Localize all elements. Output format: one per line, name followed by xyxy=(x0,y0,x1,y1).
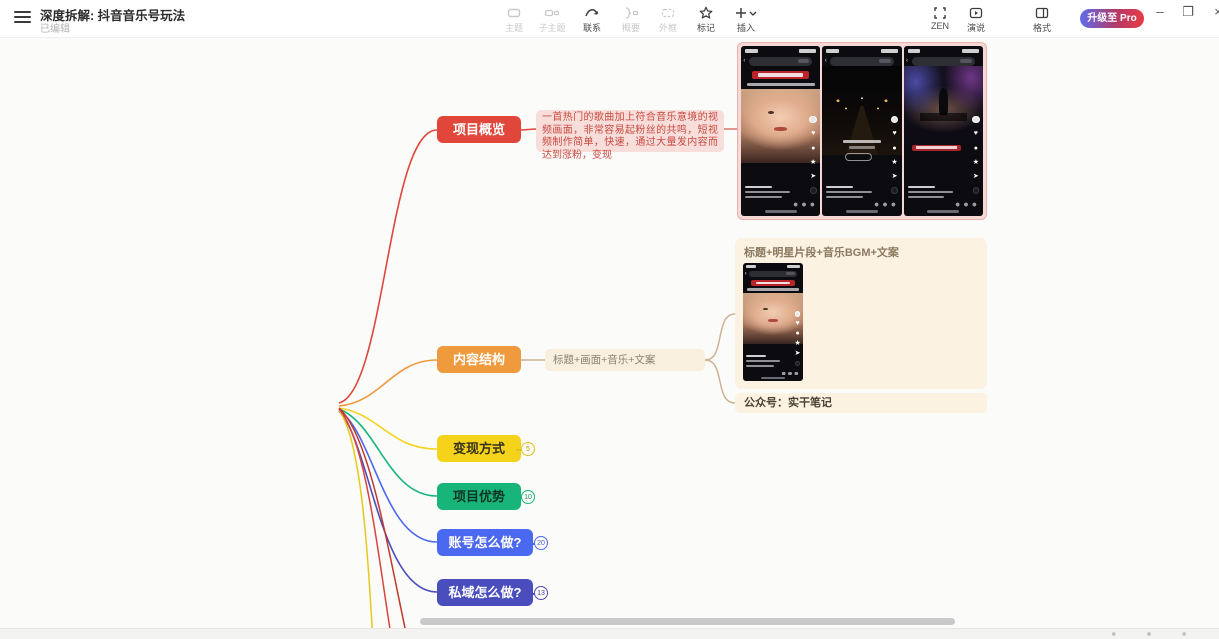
relationship-icon xyxy=(573,4,611,21)
share-icon: ➤ xyxy=(810,173,816,180)
bottom-status-bar xyxy=(0,628,1219,639)
wechat-account-note[interactable]: 公众号：实干笔记 xyxy=(735,393,987,413)
plus-insert-icon xyxy=(727,4,765,21)
overview-note[interactable]: 一首热门的歌曲加上符合音乐意境的视频画面，非常容易起粉丝的共鸣，短视频制作简单，… xyxy=(536,110,724,152)
toolbar-relationship-button[interactable]: 联系 xyxy=(573,4,611,34)
structure-note[interactable]: 标题+画面+音乐+文案 xyxy=(545,349,705,371)
topic-icon xyxy=(495,4,533,21)
top-toolbar: 深度拆解: 抖音音乐号玩法 已编辑 主题 子主题 联系 概要 外框 标记 插入 xyxy=(0,0,1219,38)
structure-detail-text: 标题+明星片段+音乐BGM+文案 xyxy=(744,244,899,260)
music-disc-icon xyxy=(810,187,817,194)
zen-mode-icon xyxy=(921,4,959,21)
toolbar-format-button[interactable]: 格式 xyxy=(1023,4,1061,34)
toolbar-summary-button[interactable]: 概要 xyxy=(612,4,650,34)
zoom-controls-faint xyxy=(1109,632,1189,636)
upgrade-pro-button[interactable]: 升级至 Pro xyxy=(1080,9,1144,28)
toolbar-marker-button[interactable]: 标记 xyxy=(687,4,725,34)
topic-structure[interactable]: 内容结构 xyxy=(437,346,521,373)
action-rail-icons: ♥● ★➤ xyxy=(890,116,900,194)
horizontal-scrollbar[interactable] xyxy=(420,618,955,625)
topic-overview[interactable]: 项目概览 xyxy=(437,116,521,143)
toolbar-insert-button[interactable]: 插入 xyxy=(727,4,765,34)
video-screenshot-mini: ‹ ♥● ★➤ xyxy=(743,263,803,381)
video-screenshot-2: ‹ ♥● ★➤ xyxy=(822,46,901,216)
toolbar-subtopic-button[interactable]: 子主题 xyxy=(533,4,571,34)
toolbar-present-button[interactable]: 演说 xyxy=(957,4,995,34)
action-rail-icons: ♥ ● ★ ➤ xyxy=(808,116,818,194)
video-screenshot-gallery[interactable]: ‹ ♥ ●★ ➤ ‹ ♥● ★➤ ‹ xyxy=(737,42,987,220)
collapse-badge-advantage[interactable]: 10 xyxy=(521,490,535,504)
favorite-icon: ★ xyxy=(810,159,816,166)
structure-detail-box[interactable]: 标题+明星片段+音乐BGM+文案 ‹ ♥● ★➤ xyxy=(735,238,987,389)
topic-private[interactable]: 私域怎么做? xyxy=(437,579,533,606)
boundary-icon xyxy=(649,4,687,21)
toolbar-topic-button[interactable]: 主题 xyxy=(495,4,533,34)
action-rail-icons: ♥● ★➤ xyxy=(971,116,981,194)
window-minimize-button[interactable]: – xyxy=(1150,4,1170,19)
search-bar-icon xyxy=(749,57,812,66)
topic-advantage[interactable]: 项目优势 xyxy=(437,483,521,510)
format-panel-icon xyxy=(1023,4,1061,21)
window-restore-button[interactable]: ❐ xyxy=(1178,4,1198,20)
action-rail-icons: ♥● ★➤ xyxy=(794,311,801,365)
video-screenshot-1: ‹ ♥ ●★ ➤ xyxy=(741,46,820,216)
play-presentation-icon xyxy=(957,4,995,21)
collapse-badge-monetize[interactable]: 5 xyxy=(521,442,535,456)
subtopic-icon xyxy=(533,4,571,21)
comment-icon: ● xyxy=(811,145,815,152)
star-marker-icon xyxy=(687,4,725,21)
window-close-button[interactable]: × xyxy=(1208,4,1219,19)
toolbar-zen-button[interactable]: ZEN xyxy=(921,4,959,31)
summary-icon xyxy=(612,4,650,21)
topic-monetize[interactable]: 变现方式 xyxy=(437,435,521,462)
document-save-status: 已编辑 xyxy=(40,20,70,35)
avatar-icon xyxy=(809,116,816,123)
collapse-badge-account[interactable]: 20 xyxy=(534,536,548,550)
collapse-badge-private[interactable]: 13 xyxy=(534,586,548,600)
like-icon: ♥ xyxy=(811,130,815,137)
topic-account[interactable]: 账号怎么做? xyxy=(437,529,533,556)
video-screenshot-3: ‹ ♥● ★➤ xyxy=(904,46,983,216)
toolbar-boundary-button[interactable]: 外框 xyxy=(649,4,687,34)
hamburger-menu-icon[interactable] xyxy=(14,11,31,24)
